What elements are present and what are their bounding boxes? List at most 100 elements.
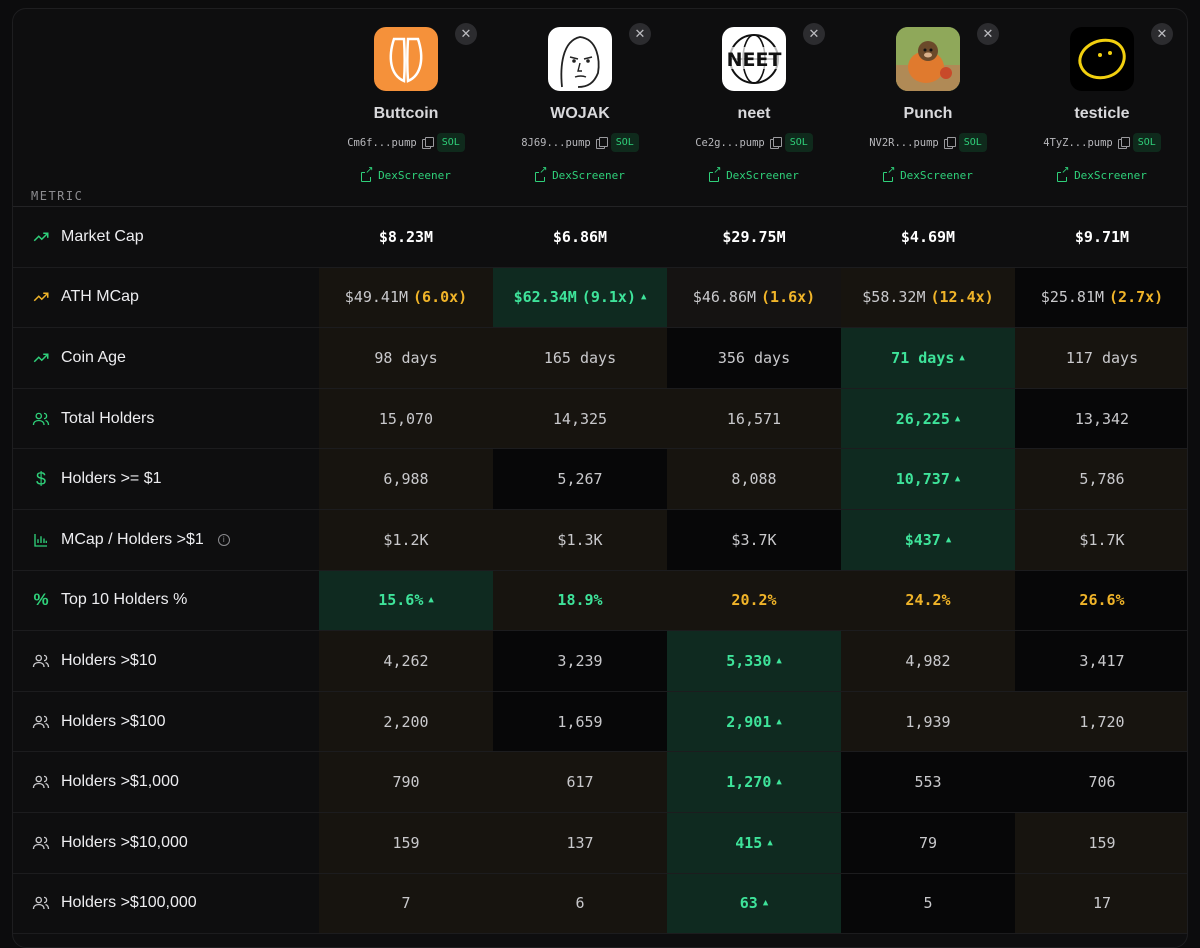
row-label-text: Holders >$100 bbox=[61, 712, 166, 730]
table-cell: $6.86M bbox=[552, 227, 608, 246]
remove-coin-button[interactable]: ✕ bbox=[803, 23, 825, 45]
cell-multiplier: (2.7x) bbox=[1109, 288, 1164, 307]
table-cell: 18.9% bbox=[493, 570, 667, 631]
table-cell: 16,571 bbox=[667, 388, 841, 449]
row-label-text: Holders >= $1 bbox=[61, 470, 162, 488]
table-cell: $62.34M (9.1x) ▲ bbox=[493, 267, 667, 328]
table-cell: 553 bbox=[841, 752, 1015, 812]
dexscreener-link[interactable]: DexScreener bbox=[667, 165, 841, 182]
up-arrow-icon: ▲ bbox=[640, 292, 647, 303]
table-cell: 15.6% ▲ bbox=[319, 570, 493, 631]
cell-multiplier: (12.4x) bbox=[930, 288, 994, 307]
remove-coin-button[interactable]: ✕ bbox=[977, 23, 999, 45]
users-icon bbox=[31, 409, 51, 429]
table-cell: $9.71M bbox=[1074, 227, 1130, 246]
copy-icon[interactable] bbox=[595, 137, 608, 149]
coin-address: Ce2g...pump bbox=[695, 136, 765, 149]
trending-up-icon bbox=[31, 348, 51, 368]
table-row-market-cap: Market Cap $8.23M $6.86M $29.75M $4.69M … bbox=[13, 207, 1187, 268]
cell-value: $58.32M bbox=[862, 288, 926, 307]
row-label: MCap / Holders >$1 i bbox=[31, 510, 230, 570]
table-cell: 706 bbox=[1015, 752, 1187, 812]
cell-multiplier: (6.0x) bbox=[413, 288, 468, 307]
table-cell: 5 bbox=[841, 873, 1015, 934]
table-cell: 13,342 bbox=[1015, 388, 1187, 449]
table-row-holders-10000: Holders >$10,000 159 137 415 ▲ 79 159 bbox=[13, 813, 1187, 874]
table-cell: $58.32M (12.4x) bbox=[841, 267, 1015, 328]
row-label-text: Top 10 Holders % bbox=[61, 591, 188, 609]
trending-up-icon bbox=[31, 287, 51, 307]
table-cell: 6,988 bbox=[319, 449, 493, 509]
comparison-table: METRIC ✕ Buttcoin Cm6f...pump SOL DexScr… bbox=[12, 8, 1188, 948]
cell-value: 1,270 bbox=[726, 773, 772, 792]
table-cell: 117 days bbox=[1015, 328, 1187, 388]
dexscreener-link[interactable]: DexScreener bbox=[1015, 165, 1187, 182]
buttcoin-logo bbox=[374, 27, 438, 91]
cell-value: $62.34M bbox=[513, 288, 577, 307]
users-icon bbox=[31, 712, 51, 732]
up-arrow-icon: ▲ bbox=[428, 595, 434, 606]
external-link-icon bbox=[1057, 165, 1070, 182]
bar-chart-icon bbox=[31, 530, 51, 550]
table-row-mcap-per-holder: MCap / Holders >$1 i $1.2K $1.3K $3.7K $… bbox=[13, 510, 1187, 571]
table-cell: 98 days bbox=[319, 328, 493, 388]
cell-value: 15.6% bbox=[378, 591, 424, 610]
table-row-holders-1000: Holders >$1,000 790 617 1,270 ▲ 553 706 bbox=[13, 752, 1187, 813]
cell-value: 63 bbox=[739, 894, 758, 913]
table-cell: 1,659 bbox=[493, 691, 667, 752]
copy-icon[interactable] bbox=[421, 137, 434, 149]
table-row-holders-100000: Holders >$100,000 7 6 63 ▲ 5 17 bbox=[13, 873, 1187, 935]
table-cell: 617 bbox=[493, 752, 667, 812]
table-cell: $1.3K bbox=[493, 510, 667, 570]
remove-coin-button[interactable]: ✕ bbox=[629, 23, 651, 45]
cell-value: $49.41M bbox=[344, 288, 409, 307]
remove-coin-button[interactable]: ✕ bbox=[455, 23, 477, 45]
table-cell: 165 days bbox=[493, 328, 667, 388]
cell-value: $46.86M bbox=[692, 288, 757, 307]
metric-column-header: METRIC bbox=[31, 189, 84, 203]
table-cell: $25.81M (2.7x) bbox=[1015, 267, 1187, 328]
table-cell: $1.7K bbox=[1015, 510, 1187, 570]
cell-value: 415 bbox=[735, 833, 763, 852]
info-icon[interactable]: i bbox=[217, 533, 230, 546]
percent-icon: % bbox=[33, 590, 49, 610]
copy-icon[interactable] bbox=[1117, 137, 1130, 149]
coin-address: Cm6f...pump bbox=[347, 136, 417, 149]
coin-address-row: 8J69...pump SOL bbox=[493, 133, 667, 152]
copy-icon[interactable] bbox=[769, 137, 782, 149]
table-cell: 159 bbox=[319, 813, 493, 873]
table-cell: 71 days ▲ bbox=[841, 328, 1015, 388]
dexscreener-link[interactable]: DexScreener bbox=[493, 165, 667, 182]
table-cell: 159 bbox=[1015, 813, 1187, 873]
users-icon bbox=[31, 833, 51, 853]
copy-icon[interactable] bbox=[943, 137, 956, 149]
up-arrow-icon: ▲ bbox=[776, 655, 782, 666]
row-label-text: Market Cap bbox=[61, 227, 144, 245]
trending-up-icon bbox=[31, 227, 51, 247]
coin-address-row: Cm6f...pump SOL bbox=[319, 133, 493, 152]
dexscreener-link[interactable]: DexScreener bbox=[841, 165, 1015, 182]
coin-name: testicle bbox=[1074, 105, 1130, 122]
dexscreener-label: DexScreener bbox=[378, 169, 451, 182]
table-cell: 14,325 bbox=[493, 388, 667, 449]
dexscreener-label: DexScreener bbox=[900, 169, 973, 182]
external-link-icon bbox=[361, 165, 374, 182]
table-cell: $3.7K bbox=[667, 510, 841, 570]
external-link-icon bbox=[883, 165, 896, 182]
table-cell: 63 ▲ bbox=[667, 873, 841, 934]
testicle-logo bbox=[1070, 27, 1134, 91]
table-row-holders-1: $ Holders >= $1 6,988 5,267 8,088 10,737… bbox=[13, 449, 1187, 510]
row-label-text: Coin Age bbox=[61, 348, 126, 366]
punch-logo bbox=[896, 27, 960, 91]
dollar-icon: $ bbox=[35, 468, 46, 489]
dexscreener-link[interactable]: DexScreener bbox=[319, 165, 493, 182]
table-cell: 1,720 bbox=[1015, 691, 1187, 752]
remove-coin-button[interactable]: ✕ bbox=[1151, 23, 1173, 45]
chain-badge: SOL bbox=[1132, 133, 1161, 152]
table-row-ath-mcap: ATH MCap $49.41M (6.0x) $62.34M (9.1x) ▲ $4… bbox=[13, 267, 1187, 329]
table-row-top10: % Top 10 Holders % 15.6% ▲ 18.9% 20.2% 24… bbox=[13, 570, 1187, 632]
table-cell: 26,225 ▲ bbox=[841, 388, 1015, 449]
coin-column-testicle: ✕ testicle 4TyZ...pump SOL DexScreener bbox=[1015, 9, 1187, 207]
row-label: Market Cap bbox=[31, 207, 144, 267]
up-arrow-icon: ▲ bbox=[776, 777, 782, 788]
